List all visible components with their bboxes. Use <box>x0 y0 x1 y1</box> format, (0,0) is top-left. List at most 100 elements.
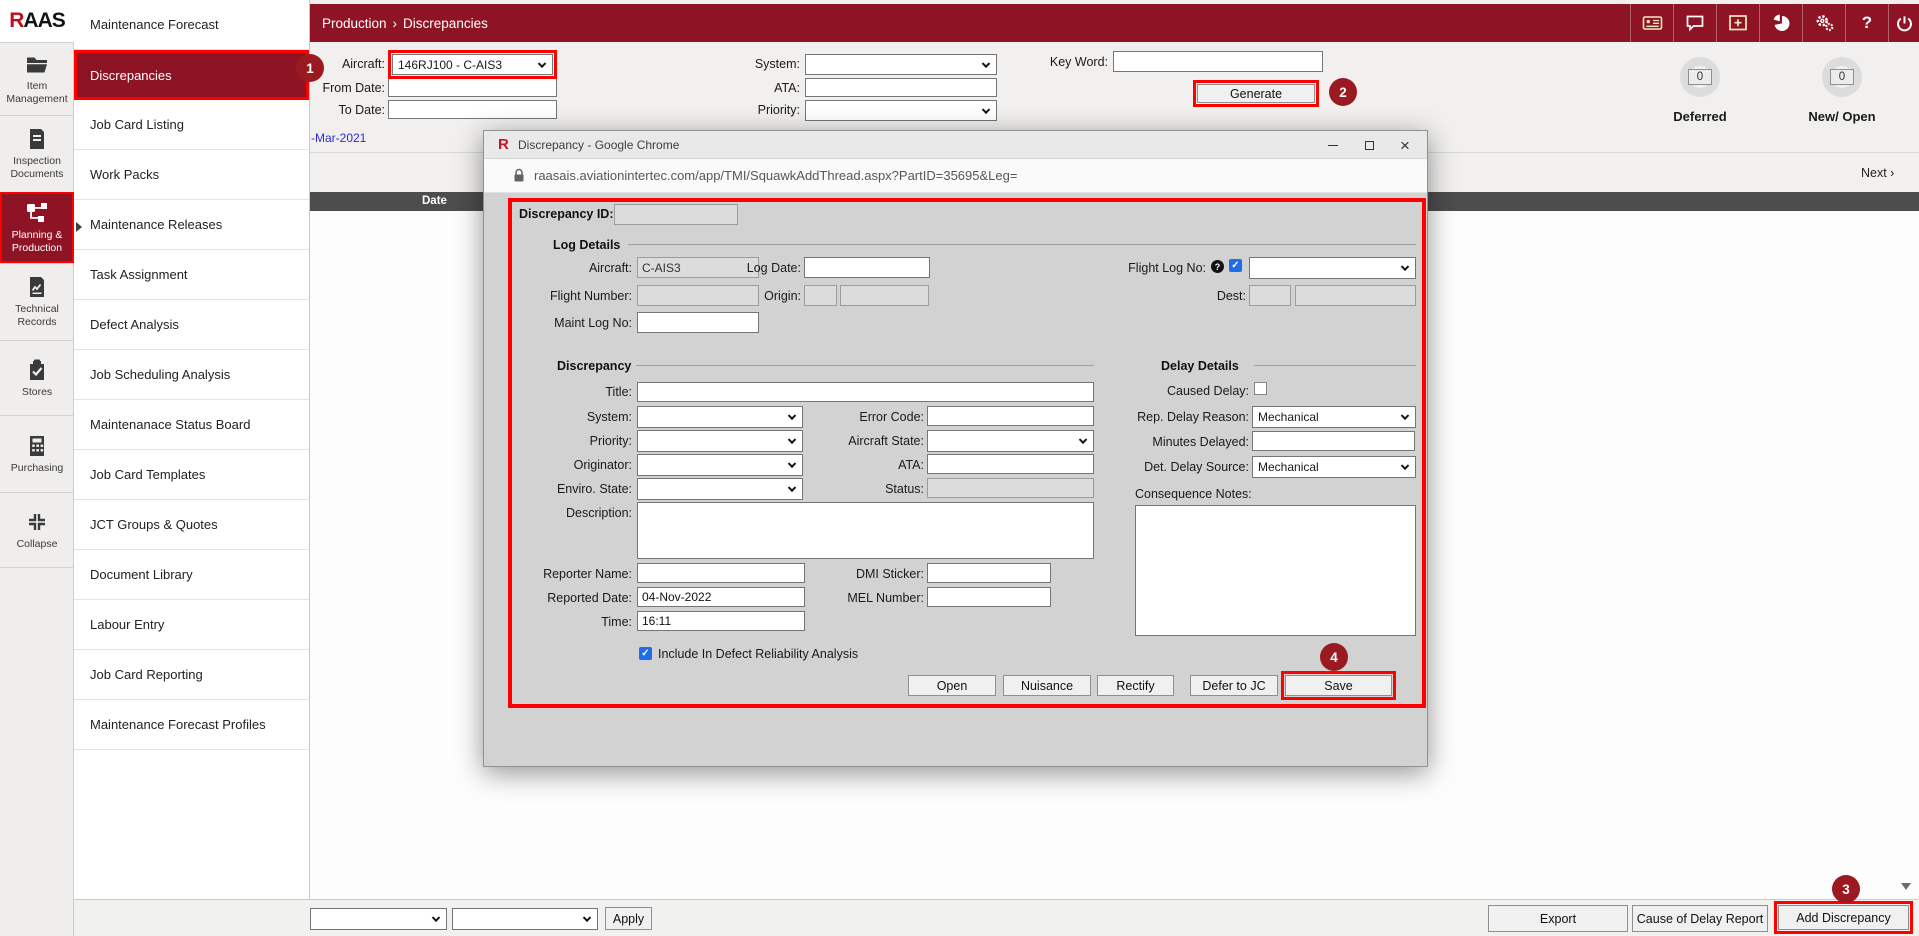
system-label: System: <box>650 57 800 71</box>
keyword-input[interactable] <box>1113 51 1323 72</box>
maint-log-no-input[interactable] <box>637 312 759 333</box>
delay-details-legend: Delay Details <box>1161 359 1239 373</box>
include-reliability-checkbox[interactable] <box>639 647 652 660</box>
dlg-system-label: System: <box>487 410 632 424</box>
log-date-input[interactable] <box>804 257 930 278</box>
rectify-button[interactable]: Rectify <box>1097 675 1174 696</box>
partial-date-link[interactable]: -Mar-2021 <box>311 131 366 145</box>
maximize-icon[interactable] <box>1351 131 1387 159</box>
settings-gears-icon[interactable] <box>1802 4 1845 42</box>
discrepancy-id-label: Discrepancy ID: <box>519 207 613 221</box>
open-button[interactable]: Open <box>908 675 996 696</box>
ata-input[interactable] <box>805 78 997 97</box>
mel-number-input[interactable] <box>927 587 1051 607</box>
minimize-icon[interactable] <box>1315 131 1351 159</box>
error-code-input[interactable] <box>927 406 1094 426</box>
menu-item-job-card-templates[interactable]: Job Card Templates <box>74 450 309 500</box>
chevron-down-icon <box>432 914 440 922</box>
defer-to-jc-button[interactable]: Defer to JC <box>1190 675 1278 696</box>
time-input[interactable] <box>637 611 805 631</box>
deferred-count: 0 <box>1688 69 1712 85</box>
export-button[interactable]: Export <box>1488 905 1628 932</box>
title-input[interactable] <box>637 382 1094 402</box>
time-label: Time: <box>487 615 632 629</box>
flight-log-no-select[interactable] <box>1249 257 1416 279</box>
priority-select[interactable] <box>805 100 997 121</box>
description-textarea[interactable] <box>637 502 1094 559</box>
nuisance-button[interactable]: Nuisance <box>1003 675 1091 696</box>
breadcrumb-parent[interactable]: Production <box>322 16 387 31</box>
origin-code-input <box>804 285 837 306</box>
breadcrumb-current: Discrepancies <box>403 16 488 31</box>
sidebar-item-collapse[interactable]: Collapse <box>0 492 74 567</box>
from-date-input[interactable] <box>388 78 557 97</box>
rail-label: Item Management <box>0 80 74 105</box>
sidebar-item-inspection-documents[interactable]: Inspection Documents <box>0 115 74 192</box>
caused-delay-label: Caused Delay: <box>1099 384 1249 398</box>
minutes-delayed-input[interactable] <box>1252 431 1415 451</box>
menu-item-labour-entry[interactable]: Labour Entry <box>74 600 309 650</box>
chevron-down-icon <box>1401 462 1409 470</box>
aircraft-state-select[interactable] <box>927 430 1094 452</box>
consequence-notes-textarea[interactable] <box>1135 505 1416 636</box>
scroll-down-icon[interactable] <box>1901 883 1911 890</box>
from-date-label: From Date: <box>235 81 385 95</box>
dialog-url-text[interactable]: raasais.aviationintertec.com/app/TMI/Squ… <box>534 159 1017 193</box>
maint-log-no-label: Maint Log No: <box>487 316 632 330</box>
menu-item-defect-analysis[interactable]: Defect Analysis <box>74 300 309 350</box>
caused-delay-checkbox[interactable] <box>1254 382 1267 395</box>
menu-item-job-card-reporting[interactable]: Job Card Reporting <box>74 650 309 700</box>
to-date-input[interactable] <box>388 100 557 119</box>
close-icon[interactable] <box>1387 131 1423 159</box>
dmi-sticker-input[interactable] <box>927 563 1051 583</box>
menu-item-document-library[interactable]: Document Library <box>74 550 309 600</box>
sidebar-item-item-management[interactable]: Item Management <box>0 42 74 115</box>
new-window-icon[interactable] <box>1716 4 1759 42</box>
footer-filter-select-1[interactable] <box>310 908 447 930</box>
lock-icon <box>513 168 525 188</box>
footer-filter-select-2[interactable] <box>452 908 598 930</box>
sidebar-item-technical-records[interactable]: Technical Records <box>0 263 74 340</box>
help-icon[interactable] <box>1845 4 1888 42</box>
log-date-label: Log Date: <box>651 261 801 275</box>
raas-logo[interactable]: RAAS <box>0 0 74 42</box>
id-card-icon[interactable] <box>1630 4 1673 42</box>
title-label: Title: <box>487 385 632 399</box>
rep-delay-reason-select[interactable]: Mechanical <box>1252 406 1416 428</box>
dialog-window-title: Discrepancy - Google Chrome <box>518 131 679 159</box>
dest-name-input <box>1295 285 1416 306</box>
menu-item-maintenance-forecast[interactable]: Maintenance Forecast <box>74 0 309 50</box>
step-marker-4: 4 <box>1320 643 1348 671</box>
to-date-label: To Date: <box>235 103 385 117</box>
menu-item-jct-groups-quotes[interactable]: JCT Groups & Quotes <box>74 500 309 550</box>
generate-button[interactable]: Generate <box>1197 84 1315 103</box>
menu-item-maintenance-forecast-profiles[interactable]: Maintenance Forecast Profiles <box>74 700 309 750</box>
flight-log-no-checkbox[interactable] <box>1229 259 1242 272</box>
menu-item-maintenance-releases[interactable]: Maintenance Releases <box>74 200 309 250</box>
technical-records-icon <box>25 275 49 299</box>
dest-label: Dest: <box>1096 289 1246 303</box>
menu-item-maintenance-status-board[interactable]: Maintenanace Status Board <box>74 400 309 450</box>
menu-item-task-assignment[interactable]: Task Assignment <box>74 250 309 300</box>
det-delay-source-select[interactable]: Mechanical <box>1252 456 1416 478</box>
dlg-ata-input[interactable] <box>927 454 1094 474</box>
sidebar-item-planning-production[interactable]: Planning & Production <box>0 192 74 263</box>
cause-of-delay-report-button[interactable]: Cause of Delay Report <box>1632 905 1768 932</box>
det-delay-source-label: Det. Delay Source: <box>1099 460 1249 474</box>
help-icon[interactable] <box>1211 260 1224 273</box>
folder-icon <box>25 52 49 76</box>
next-page-link[interactable]: Next › <box>1861 166 1894 180</box>
enviro-state-label: Enviro. State: <box>487 482 632 496</box>
menu-item-work-packs[interactable]: Work Packs <box>74 150 309 200</box>
menu-item-job-scheduling-analysis[interactable]: Job Scheduling Analysis <box>74 350 309 400</box>
pie-chart-icon[interactable] <box>1759 4 1802 42</box>
sidebar-item-purchasing[interactable]: Purchasing <box>0 415 74 492</box>
inspection-document-icon <box>25 127 49 151</box>
chat-icon[interactable] <box>1673 4 1716 42</box>
new-open-label: New/ Open <box>1794 109 1890 124</box>
chevron-down-icon <box>982 105 990 113</box>
originator-label: Originator: <box>487 458 632 472</box>
apply-button[interactable]: Apply <box>605 907 652 930</box>
power-icon[interactable] <box>1888 4 1919 42</box>
sidebar-item-stores[interactable]: Stores <box>0 340 74 415</box>
